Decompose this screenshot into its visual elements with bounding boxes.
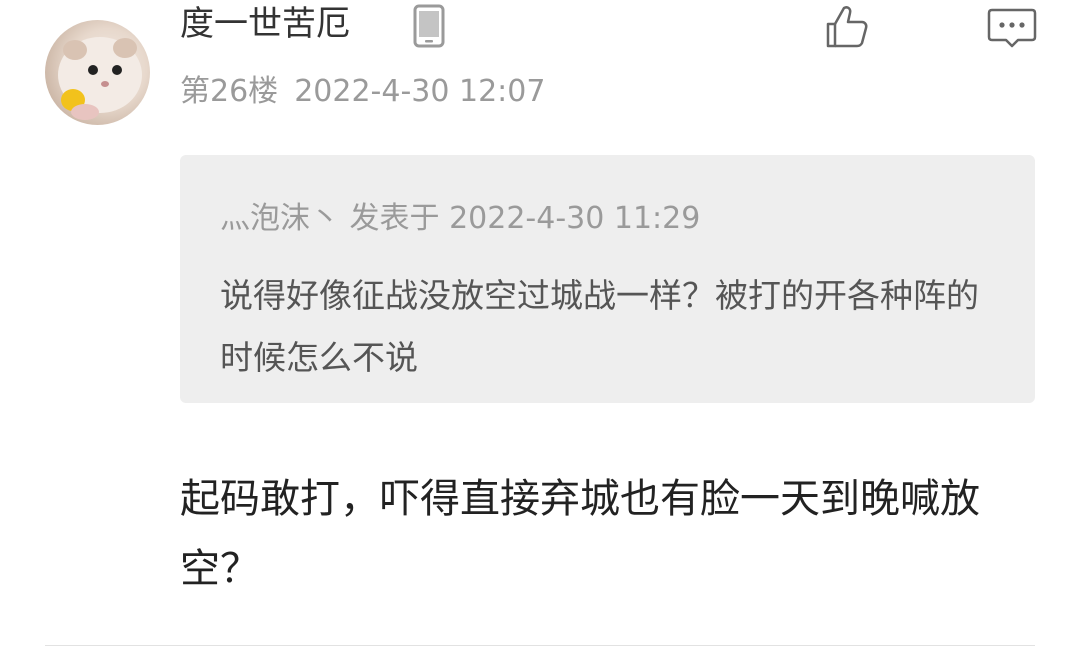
phone-icon xyxy=(412,4,446,52)
quote-text: 说得好像征战没放空过城战一样？被打的开各种阵的时候怎么不说 xyxy=(220,276,979,377)
avatar[interactable] xyxy=(45,20,150,125)
post-timestamp: 2022-4-30 12:07 xyxy=(294,74,546,109)
comment-body: 起码敢打，吓得直接弃城也有脸一天到晚喊放空？ xyxy=(180,476,980,592)
thumbs-up-icon xyxy=(826,6,868,48)
floor-number: 第26楼 xyxy=(180,74,279,109)
divider xyxy=(45,645,1035,646)
username[interactable]: 度一世苦厄 xyxy=(180,0,350,48)
post-meta: 第26楼 2022-4-30 12:07 xyxy=(180,70,545,114)
like-button[interactable] xyxy=(822,2,872,52)
comment-bubble-icon xyxy=(987,8,1037,48)
quoted-reply[interactable]: 灬泡沫丶 发表于 2022-4-30 11:29 说得好像征战没放空过城战一样？… xyxy=(180,155,1035,403)
reply-button[interactable] xyxy=(986,2,1038,52)
hamster-avatar-image xyxy=(58,37,142,120)
quote-meta: 灬泡沫丶 发表于 2022-4-30 11:29 xyxy=(220,201,701,236)
